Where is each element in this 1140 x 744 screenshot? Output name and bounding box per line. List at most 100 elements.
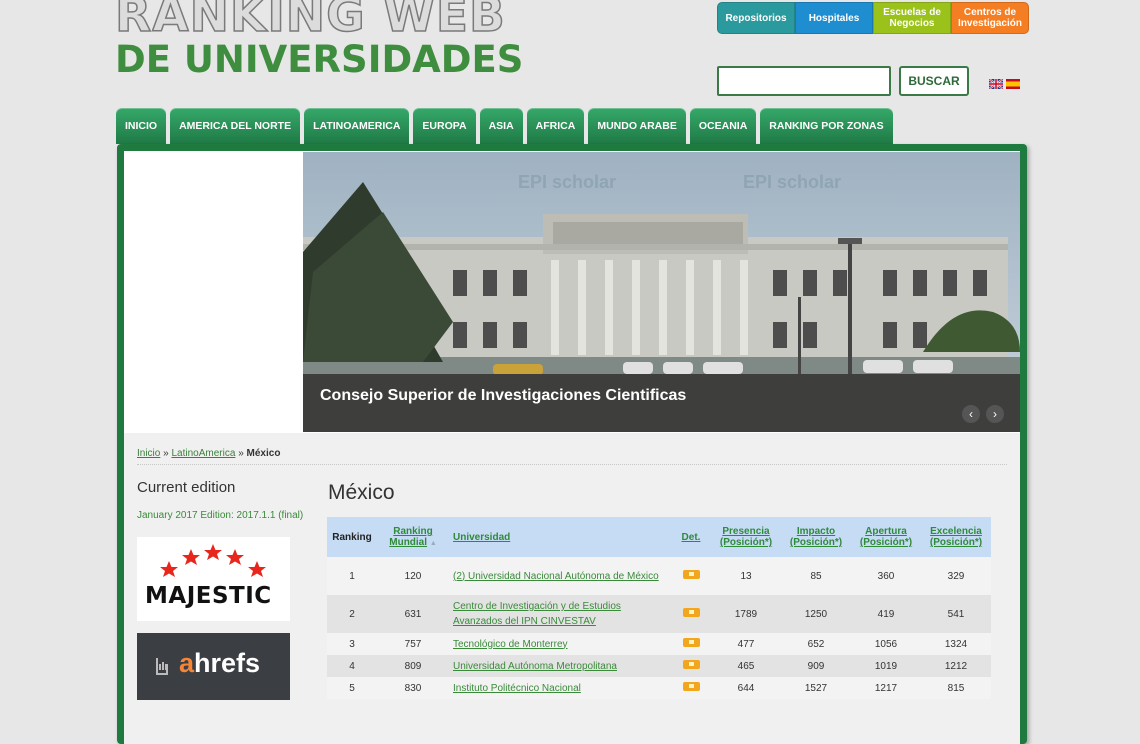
cell-presencia: 13: [711, 557, 781, 595]
slide-caption: Consejo Superior de Investigaciones Cien…: [303, 374, 1020, 432]
breadcrumb-separator: »: [163, 448, 169, 459]
cell-presencia: 1789: [711, 595, 781, 633]
ranking-table: Ranking Ranking Mundial ▲ Universidad De…: [327, 517, 991, 699]
detail-icon[interactable]: [682, 638, 700, 647]
cell-excelencia: 815: [921, 677, 991, 699]
logo-line-2: DE UNIVERSIDADES: [115, 38, 524, 81]
edition-link[interactable]: January 2017 Edition: 2017.1.1 (final): [137, 510, 303, 521]
cell-det: [671, 595, 711, 633]
slider-next-button[interactable]: ›: [986, 405, 1004, 423]
link-centros-de-investigacion[interactable]: Centros de Investigación: [951, 2, 1029, 34]
cell-det: [671, 655, 711, 677]
es-flag-icon[interactable]: [1006, 79, 1020, 89]
breadcrumb-current: México: [246, 448, 281, 459]
link-escuelas-de-negocios[interactable]: Escuelas de Negocios: [873, 2, 951, 34]
image-slider[interactable]: EPI scholar EPI scholar Consejo Superior…: [303, 152, 1020, 432]
site-logo[interactable]: RANKING WEB DE UNIVERSIDADES: [114, 0, 524, 81]
slider-prev-button[interactable]: ‹: [962, 405, 980, 423]
cell-apertura: 419: [851, 595, 921, 633]
tab-latinoamerica[interactable]: LATINOAMERICA: [304, 108, 410, 144]
cell-rank: 4: [327, 655, 377, 677]
detail-icon[interactable]: [682, 682, 700, 691]
col-det[interactable]: Det.: [671, 517, 711, 557]
cell-apertura: 1056: [851, 633, 921, 655]
col-ranking: Ranking: [327, 517, 377, 557]
tab-inicio[interactable]: INICIO: [116, 108, 167, 144]
cell-rank: 1: [327, 557, 377, 595]
slide-caption-text: Consejo Superior de Investigaciones Cien…: [320, 387, 687, 404]
table-row: 1 120 (2) Universidad Nacional Autónoma …: [327, 557, 991, 595]
cell-world-rank: 830: [377, 677, 449, 699]
cell-presencia: 644: [711, 677, 781, 699]
ahrefs-a: a: [179, 648, 195, 678]
sidebar-title: Current edition: [137, 479, 236, 496]
cell-apertura: 1217: [851, 677, 921, 699]
cell-impacto: 909: [781, 655, 851, 677]
tab-africa[interactable]: AFRICA: [526, 108, 585, 144]
tab-asia[interactable]: ASIA: [479, 108, 523, 144]
page-title: México: [328, 481, 395, 504]
cell-world-rank: 809: [377, 655, 449, 677]
detail-icon[interactable]: [682, 660, 700, 669]
cell-world-rank: 757: [377, 633, 449, 655]
cell-presencia: 477: [711, 633, 781, 655]
link-repositorios[interactable]: Repositorios: [717, 2, 795, 34]
cell-impacto: 1527: [781, 677, 851, 699]
majestic-logo[interactable]: MAJESTIC: [137, 537, 290, 621]
university-link[interactable]: Instituto Politécnico Nacional: [449, 677, 671, 699]
tab-mundo-arabe[interactable]: MUNDO ARABE: [588, 108, 686, 144]
table-header-row: Ranking Ranking Mundial ▲ Universidad De…: [327, 517, 991, 557]
detail-icon[interactable]: [682, 608, 700, 617]
majestic-wordmark: MAJESTIC: [145, 583, 272, 609]
tab-europa[interactable]: EUROPA: [413, 108, 476, 144]
university-link[interactable]: Tecnológico de Monterrey: [449, 633, 671, 655]
col-presencia[interactable]: Presencia (Posición*): [711, 517, 781, 557]
col-ranking-mundial-label: Ranking Mundial: [389, 526, 433, 548]
breadcrumb-inicio[interactable]: Inicio: [137, 448, 160, 459]
col-excelencia[interactable]: Excelencia (Posición*): [921, 517, 991, 557]
cell-rank: 5: [327, 677, 377, 699]
university-link[interactable]: Universidad Autónoma Metropolitana: [449, 655, 671, 677]
portal-links: Repositorios Hospitales Escuelas de Nego…: [717, 2, 1029, 34]
cell-excelencia: 1324: [921, 633, 991, 655]
ahrefs-logo[interactable]: ahrefs: [137, 633, 290, 700]
watermark-left: EPI scholar: [518, 172, 616, 192]
majestic-stars-icon: [160, 544, 266, 577]
cell-apertura: 360: [851, 557, 921, 595]
divider: [137, 464, 1007, 465]
cell-excelencia: 329: [921, 557, 991, 595]
col-universidad[interactable]: Universidad: [449, 517, 671, 557]
university-link[interactable]: (2) Universidad Nacional Autónoma de Méx…: [449, 557, 671, 595]
col-impacto[interactable]: Impacto (Posición*): [781, 517, 851, 557]
breadcrumb-separator: »: [238, 448, 244, 459]
table-row: 5 830 Instituto Politécnico Nacional 644…: [327, 677, 991, 699]
tab-oceania[interactable]: OCEANIA: [689, 108, 757, 144]
search-button[interactable]: BUSCAR: [899, 66, 969, 96]
tab-america-del-norte[interactable]: AMERICA DEL NORTE: [170, 108, 301, 144]
cell-excelencia: 541: [921, 595, 991, 633]
cell-rank: 3: [327, 633, 377, 655]
ahrefs-wordmark: ahrefs: [179, 648, 260, 679]
cell-det: [671, 677, 711, 699]
cell-impacto: 1250: [781, 595, 851, 633]
cell-impacto: 652: [781, 633, 851, 655]
link-hospitales[interactable]: Hospitales: [795, 2, 873, 34]
sort-asc-icon: ▲: [429, 540, 437, 547]
cell-world-rank: 631: [377, 595, 449, 633]
col-apertura[interactable]: Apertura (Posición*): [851, 517, 921, 557]
detail-icon[interactable]: [682, 570, 700, 579]
cell-impacto: 85: [781, 557, 851, 595]
search-bar: BUSCAR: [717, 66, 969, 96]
watermark-right: EPI scholar: [743, 172, 841, 192]
breadcrumb-latinoamerica[interactable]: LatinoAmerica: [171, 448, 235, 459]
en-flag-icon[interactable]: [989, 79, 1003, 89]
cell-rank: 2: [327, 595, 377, 633]
cell-excelencia: 1212: [921, 655, 991, 677]
ahrefs-hand-icon: [156, 658, 168, 675]
col-ranking-mundial[interactable]: Ranking Mundial ▲: [377, 517, 449, 557]
search-input[interactable]: [717, 66, 891, 96]
university-link[interactable]: Centro de Investigación y de Estudios Av…: [449, 595, 671, 633]
col-apertura-label: Apertura (Posición*): [859, 526, 913, 548]
col-presencia-label: Presencia (Posición*): [719, 526, 773, 548]
tab-ranking-por-zonas[interactable]: RANKING POR ZONAS: [760, 108, 893, 144]
